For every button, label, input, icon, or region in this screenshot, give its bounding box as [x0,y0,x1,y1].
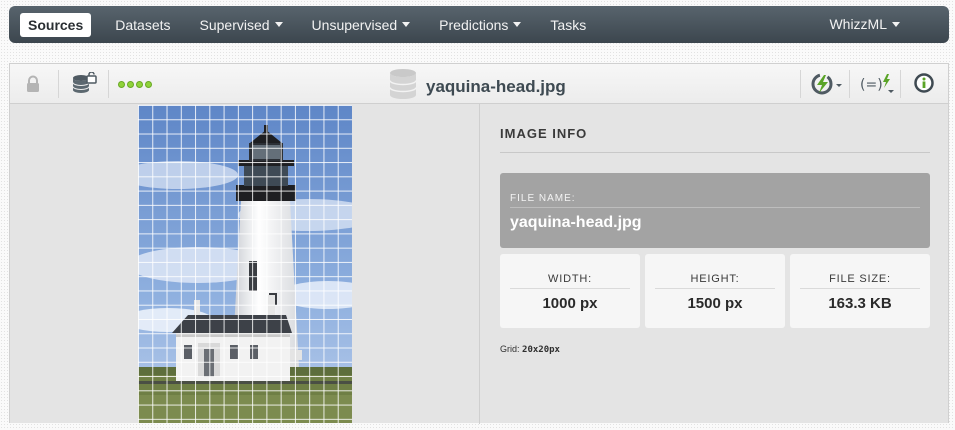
nav-whizzml[interactable]: WhizzML [821,12,908,36]
nav-predictions-label: Predictions [439,16,509,33]
height-card: HEIGHT: 1500 px [645,254,785,328]
status-dot [118,81,125,88]
nav-datasets-label: Datasets [115,16,171,33]
width-card: WIDTH: 1000 px [500,254,640,328]
top-nav: Sources Datasets Supervised Unsupervised… [9,6,949,43]
nav-datasets[interactable]: Datasets [107,13,178,37]
height-label: HEIGHT: [655,273,775,289]
toolbar: yaquina-head.jpg (=) [10,64,948,104]
toolbar-divider [58,70,59,98]
nav-tasks-label: Tasks [550,16,587,33]
image-stats: WIDTH: 1000 px HEIGHT: 1500 px FILE SIZE… [500,254,930,328]
chevron-down-icon [892,21,900,27]
formula-flash-icon[interactable]: (=) [859,73,895,100]
nav-supervised-label: Supervised [199,16,270,33]
toolbar-divider [849,70,850,98]
chevron-down-icon [274,22,283,27]
file-name-value: yaquina-head.jpg [510,214,642,231]
width-value: 1000 px [542,295,598,312]
source-panel: yaquina-head.jpg (=) IMAGE INFO FILE NAM… [9,63,949,424]
nav-sources[interactable]: Sources [20,12,92,37]
nav-supervised[interactable]: Supervised [192,13,291,37]
status-dots [118,81,152,88]
grid-overlay [138,105,352,423]
lock-icon[interactable] [25,75,41,98]
grid-note: Grid: 20x20px [500,344,930,355]
svg-text:(=): (=) [860,77,883,93]
flash-configure-icon[interactable] [811,73,845,100]
nav-whizzml-label: WhizzML [829,16,887,32]
file-size-value: 163.3 KB [828,295,892,312]
file-name-label: FILE NAME: [510,193,920,208]
height-value: 1500 px [687,295,743,312]
database-icon [388,68,418,105]
page-title: yaquina-head.jpg [426,76,566,96]
toolbar-divider [108,70,109,98]
grid-value: 20x20px [522,345,560,355]
file-size-label: FILE SIZE: [800,273,920,289]
status-dot [145,81,152,88]
image-preview[interactable] [138,105,352,423]
nav-unsupervised[interactable]: Unsupervised [304,13,419,37]
status-dot [127,81,134,88]
file-size-card: FILE SIZE: 163.3 KB [790,254,930,328]
grid-label: Grid: [500,344,520,354]
nav-unsupervised-label: Unsupervised [311,16,398,33]
nav-sources-label: Sources [28,16,84,33]
toolbar-divider [900,70,901,98]
database-share-icon[interactable] [72,71,98,101]
width-label: WIDTH: [510,273,630,289]
image-info-heading: IMAGE INFO [500,126,930,153]
chevron-down-icon [402,22,411,27]
image-info-panel: IMAGE INFO FILE NAME: yaquina-head.jpg W… [500,104,930,355]
source-title-wrap: yaquina-head.jpg [388,68,566,105]
chevron-down-icon [513,22,522,27]
toolbar-divider [800,70,801,98]
status-dot [136,81,143,88]
info-icon[interactable] [914,73,934,98]
nav-tasks[interactable]: Tasks [542,13,594,37]
image-preview-area [10,104,480,424]
nav-predictions[interactable]: Predictions [431,13,529,37]
file-name-card: FILE NAME: yaquina-head.jpg [500,173,930,248]
